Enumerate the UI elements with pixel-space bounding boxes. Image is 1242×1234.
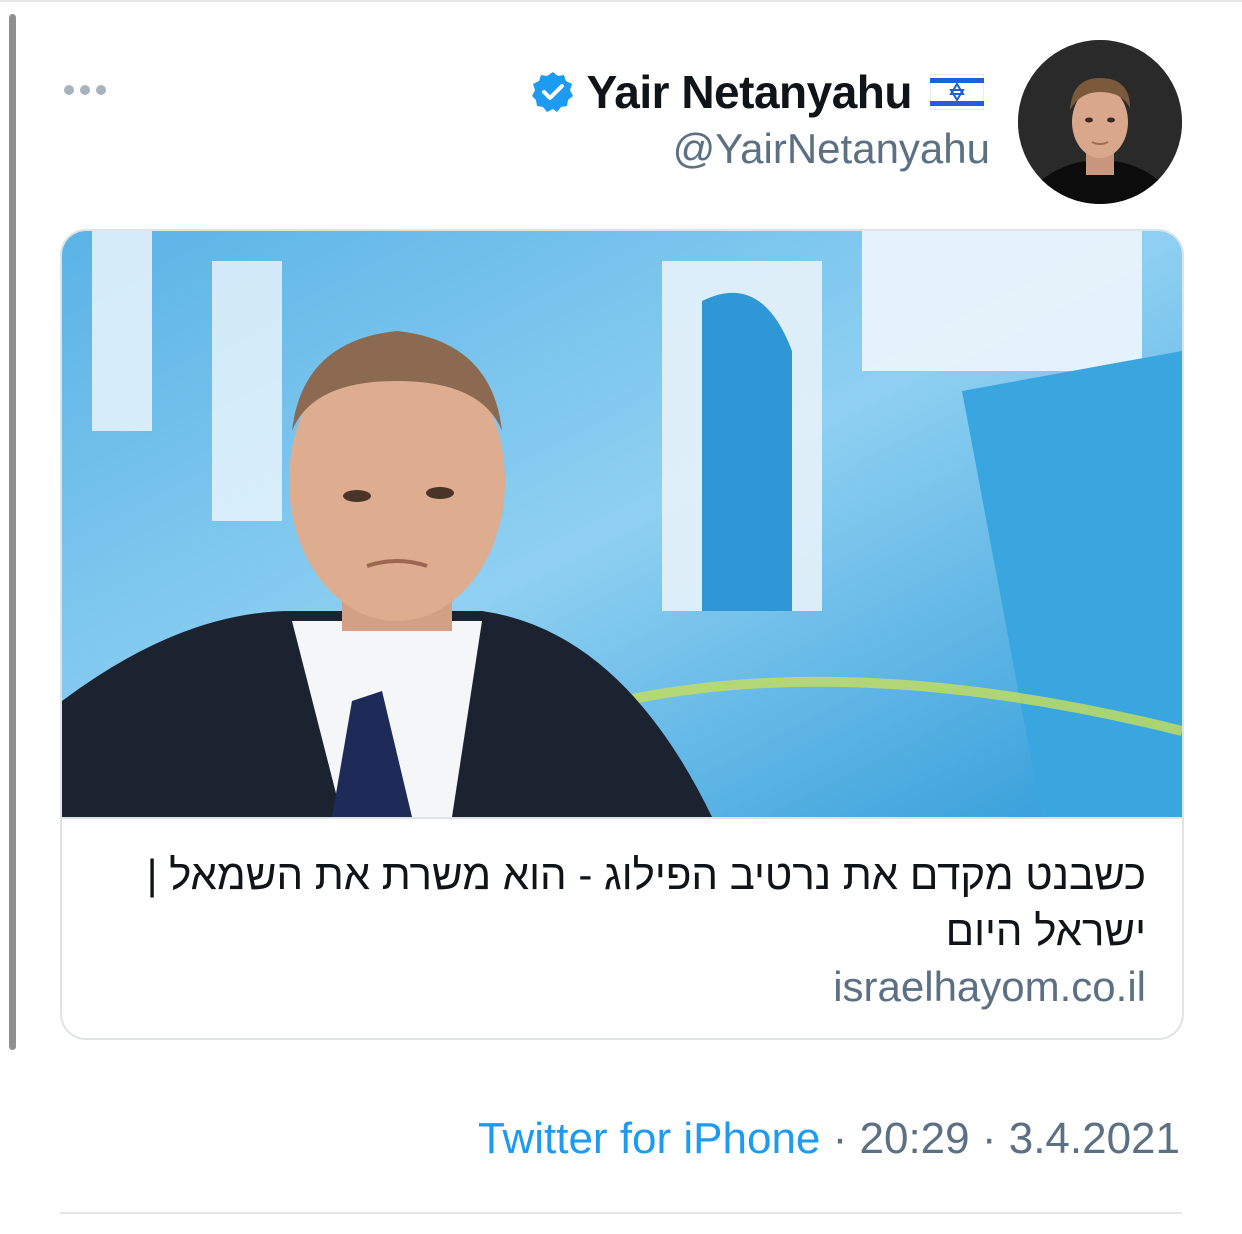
link-card[interactable]: כשבנט מקדם את נרטיב הפילוג - הוא משרת את… xyxy=(60,229,1184,1040)
author-name-row[interactable]: Yair Netanyahu xyxy=(531,64,984,120)
top-divider xyxy=(0,0,1242,2)
israel-flag-icon xyxy=(930,74,984,110)
card-domain[interactable]: israelhayom.co.il xyxy=(833,963,1146,1011)
verified-icon xyxy=(531,72,573,112)
tweet-date[interactable]: 3.4.2021 xyxy=(1009,1114,1180,1163)
scrollbar[interactable] xyxy=(9,14,16,1050)
card-divider xyxy=(62,817,1182,819)
avatar[interactable] xyxy=(1018,40,1182,204)
bottom-divider xyxy=(60,1212,1182,1214)
more-dot xyxy=(64,85,74,95)
tweet-meta: Twitter for iPhone · 20:29 · 3.4.2021 xyxy=(478,1114,1180,1164)
more-dot xyxy=(80,85,90,95)
tweet-source-link[interactable]: Twitter for iPhone xyxy=(478,1114,820,1163)
card-image[interactable] xyxy=(62,231,1182,817)
meta-separator: · xyxy=(820,1114,860,1163)
more-dot xyxy=(96,85,106,95)
author-name[interactable]: Yair Netanyahu xyxy=(587,65,913,119)
tweet-time[interactable]: 20:29 xyxy=(860,1114,970,1163)
meta-separator: · xyxy=(969,1114,1009,1163)
author-handle[interactable]: @YairNetanyahu xyxy=(673,125,990,173)
avatar-photo xyxy=(1018,40,1182,204)
more-icon[interactable] xyxy=(64,82,110,98)
card-title[interactable]: כשבנט מקדם את נרטיב הפילוג - הוא משרת את… xyxy=(86,847,1146,959)
